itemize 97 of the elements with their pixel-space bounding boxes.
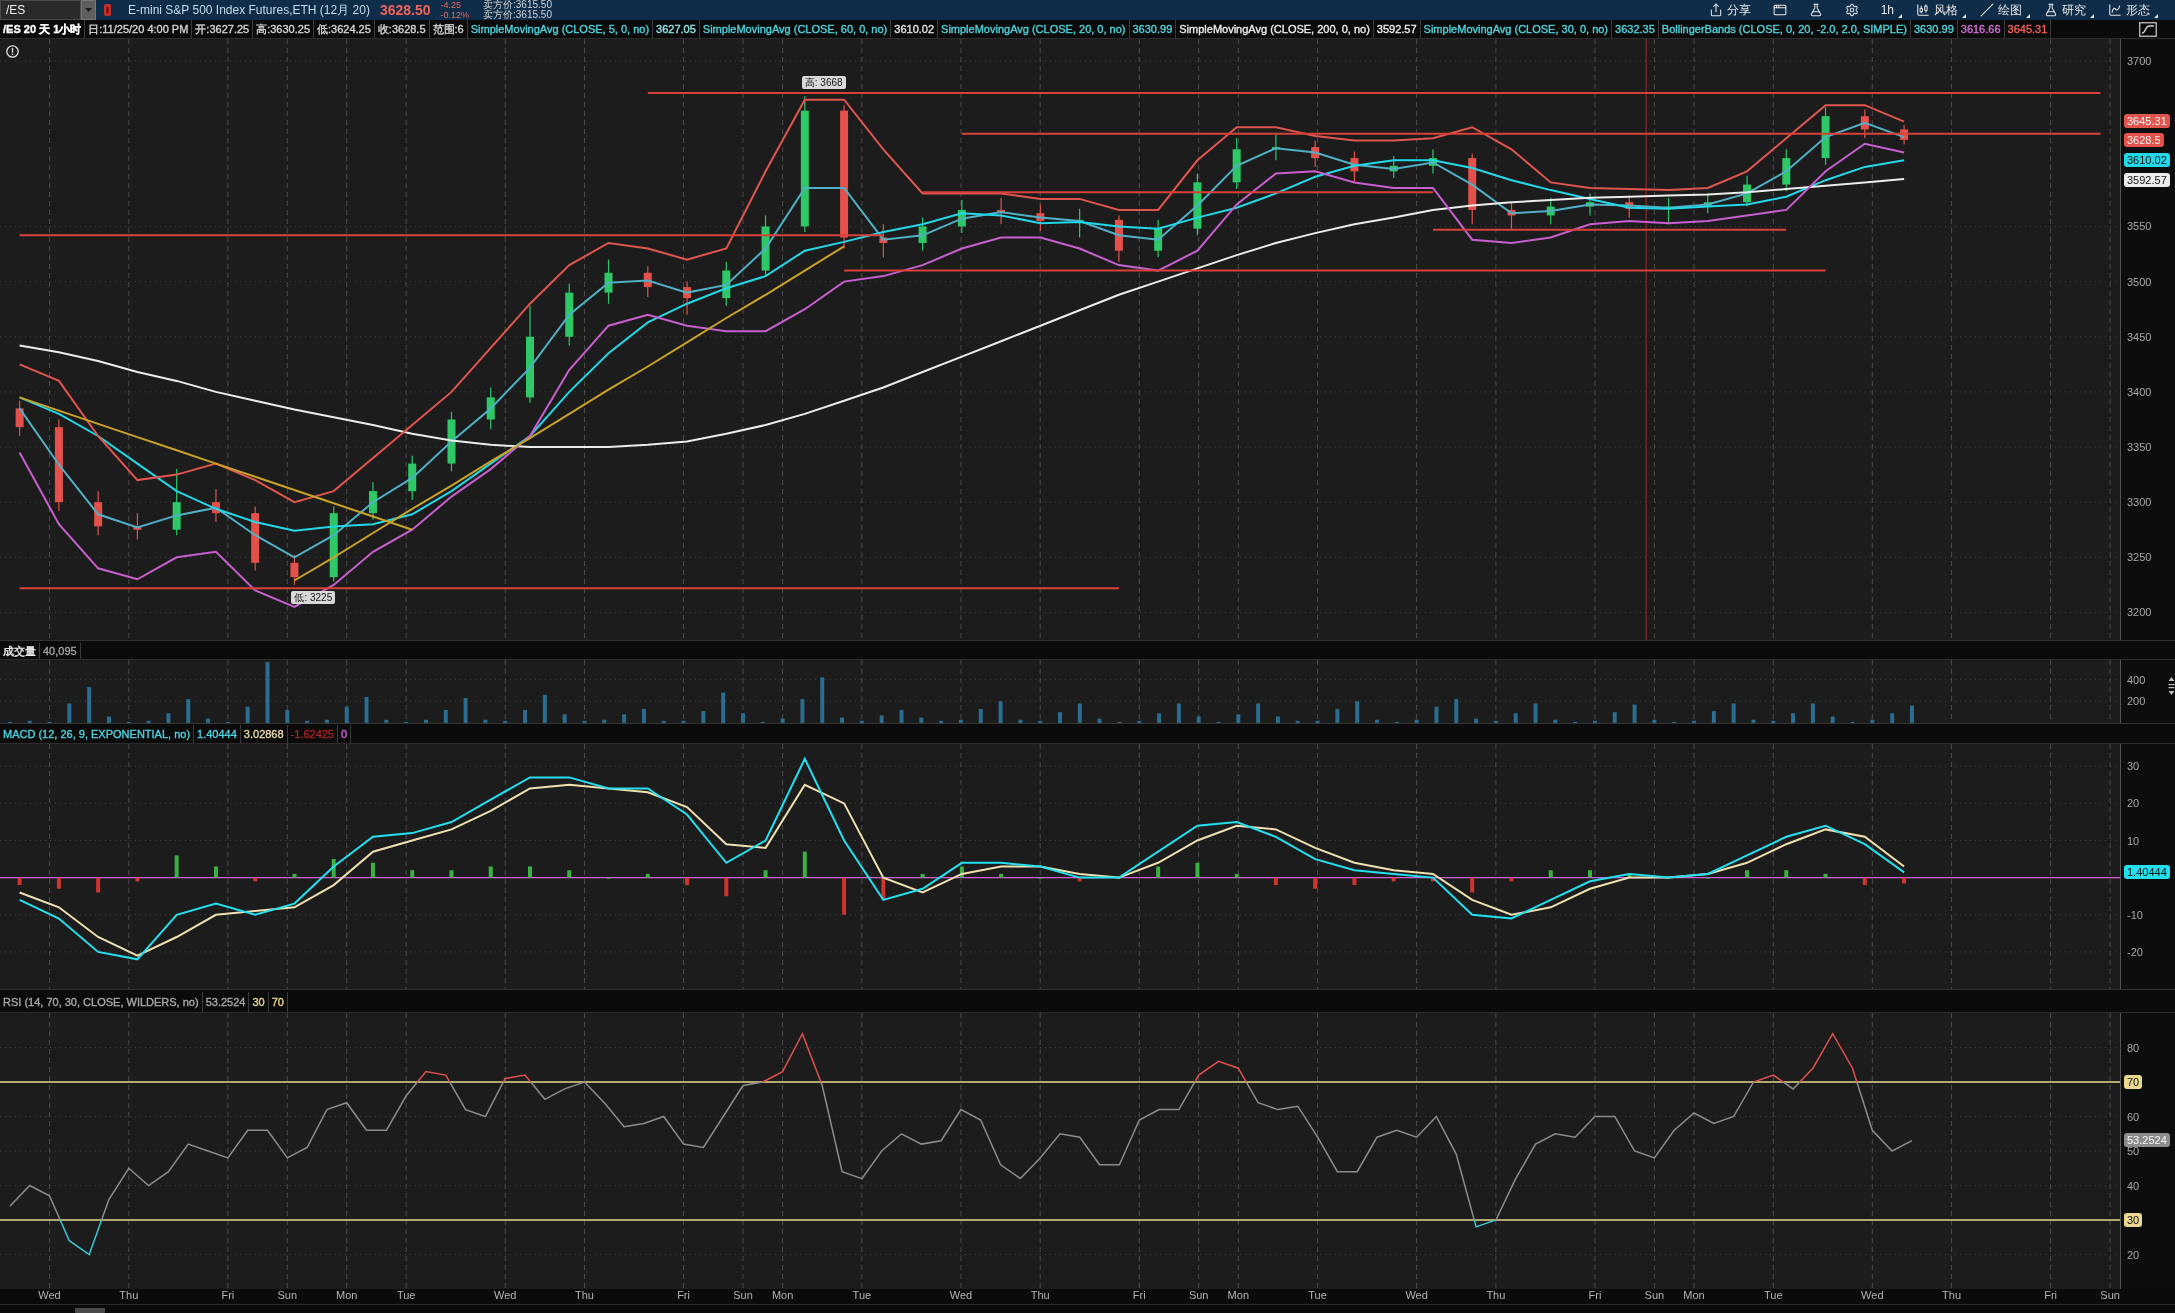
- axis-label: 20: [2127, 1247, 2140, 1262]
- legend-label: 3630.99: [1911, 20, 1958, 38]
- axis-label: 30: [2127, 759, 2140, 774]
- legend-label: 收:3628.5: [374, 20, 430, 38]
- axis-label: 3350: [2127, 440, 2152, 454]
- axis-label: 3250: [2127, 550, 2152, 565]
- time-axis-label: Tue: [396, 1289, 416, 1302]
- axis-label: 3200: [2127, 605, 2152, 620]
- legend-label: SimpleMovingAvg (CLOSE, 30, 0, no): [1420, 20, 1613, 38]
- axis-label: 3400: [2127, 384, 2152, 399]
- legend-label: 3610.02: [891, 20, 939, 38]
- legend-label: 30: [249, 992, 269, 1012]
- time-axis-label: Tue: [852, 1289, 872, 1302]
- time-axis-label: Mon: [771, 1289, 794, 1302]
- time-axis-label: Sun: [733, 1289, 753, 1302]
- legend-label: MACD (12, 26, 9, EXPONENTIAL, no): [0, 725, 195, 743]
- value-tag: 30: [2124, 1213, 2143, 1227]
- axis-label: 80: [2127, 1040, 2140, 1055]
- time-axis-label: Tue: [1308, 1289, 1327, 1302]
- time-axis-label: Fri: [677, 1289, 690, 1302]
- legend-label: 日:11/25/20 4:00 PM: [85, 20, 193, 38]
- legend-label: 3627.05: [653, 20, 700, 38]
- value-tag: 3628.5: [2124, 132, 2164, 147]
- time-axis-label: Mon: [1227, 1289, 1249, 1302]
- legend-label: 0: [338, 725, 352, 743]
- time-axis-label: Sun: [2100, 1289, 2120, 1302]
- time-axis-label: Mon: [336, 1289, 358, 1302]
- axis-label: 200: [2127, 694, 2146, 709]
- axis-label: 20: [2127, 796, 2140, 811]
- legend-label: 40,095: [40, 643, 81, 659]
- legend-label: 70: [268, 992, 288, 1012]
- legend-label: SimpleMovingAvg (CLOSE, 200, 0, no): [1176, 20, 1374, 38]
- time-axis-label: Thu: [1486, 1289, 1506, 1302]
- axis-label: 3700: [2127, 54, 2152, 69]
- legend-label: RSI (14, 70, 30, CLOSE, WILDERS, no): [0, 992, 203, 1012]
- value-tag: 1.40444: [2124, 865, 2170, 880]
- time-axis-label: Fri: [221, 1289, 235, 1302]
- axis-label: 3450: [2127, 329, 2152, 344]
- last-price: 3628.50: [379, 1, 431, 20]
- axis-label: 3500: [2127, 274, 2152, 289]
- price-change: -4.25: [440, 0, 462, 10]
- time-axis-label: Wed: [949, 1289, 973, 1302]
- axis-label: -10: [2127, 907, 2143, 922]
- legend-label: 高:3630.25: [253, 20, 314, 38]
- time-axis-label: Wed: [1405, 1289, 1428, 1302]
- time-axis-label: Fri: [1588, 1289, 1602, 1302]
- legend-label: 开:3627.25: [192, 20, 254, 38]
- legend-label: 范围:6: [429, 20, 468, 38]
- legend-label: 1.40444: [194, 725, 241, 743]
- axis-label: 10: [2127, 833, 2140, 848]
- legend-label: 3616.66: [1957, 20, 2005, 38]
- time-axis-label: Wed: [1861, 1289, 1884, 1302]
- value-tag: 70: [2124, 1075, 2143, 1089]
- bid-price: 卖方价:3615.50: [483, 0, 552, 10]
- value-tag: 53.2524: [2124, 1132, 2170, 1147]
- time-axis-label: Tue: [1764, 1289, 1783, 1302]
- time-axis-label: Sun: [277, 1289, 298, 1302]
- legend-label: 3630.99: [1129, 20, 1177, 38]
- ask-price: 卖方价:3615.50: [483, 10, 552, 20]
- value-tag: 3592.57: [2124, 172, 2170, 187]
- percent-change: -0.12%: [440, 10, 470, 20]
- legend-label: -1.62425: [287, 725, 339, 743]
- time-axis-label: Thu: [119, 1289, 139, 1302]
- axis-label: 40: [2127, 1178, 2140, 1193]
- time-axis-label: Thu: [575, 1289, 594, 1302]
- legend-label: 3.02868: [240, 725, 288, 743]
- legend-label: 3592.57: [1373, 20, 1421, 38]
- legend-label: SimpleMovingAvg (CLOSE, 5, 0, no): [467, 20, 654, 38]
- legend-label: SimpleMovingAvg (CLOSE, 60, 0, no): [699, 20, 892, 38]
- axis-label: 60: [2127, 1109, 2140, 1124]
- time-axis-label: Fri: [2044, 1289, 2058, 1302]
- legend-label: 3632.35: [1612, 20, 1659, 38]
- time-axis-label: Wed: [38, 1289, 61, 1302]
- axis-label: -20: [2127, 944, 2143, 959]
- axis-label: 400: [2127, 672, 2146, 687]
- price-callout: 高: 3668: [801, 76, 846, 90]
- price-callout: 低: 3225: [291, 590, 336, 604]
- time-axis-label: Wed: [494, 1289, 517, 1302]
- legend-label: 低:3624.25: [314, 20, 375, 38]
- legend-label: 成交量: [0, 643, 40, 659]
- axis-label: 3550: [2127, 219, 2152, 234]
- value-tag: 3645.31: [2124, 114, 2170, 129]
- axis-label: 3300: [2127, 495, 2152, 510]
- legend-label: 3645.31: [2004, 20, 2052, 38]
- legend-label: 53.2524: [202, 992, 250, 1012]
- time-axis-label: Fri: [1132, 1289, 1146, 1302]
- time-axis-label: Thu: [1030, 1289, 1050, 1302]
- time-axis-label: Mon: [1683, 1289, 1705, 1302]
- time-axis-label: Sun: [1644, 1289, 1665, 1302]
- legend-label: BollingerBands (CLOSE, 0, 20, -2.0, 2.0, SIMPLE): [1658, 20, 1911, 38]
- time-axis-label: Thu: [1942, 1289, 1962, 1302]
- legend-label: SimpleMovingAvg (CLOSE, 20, 0, no): [938, 20, 1130, 38]
- value-tag: 3610.02: [2124, 153, 2170, 168]
- time-axis-label: Sun: [1188, 1289, 1209, 1302]
- legend-label: /ES 20 天 1小时: [0, 20, 86, 38]
- axis-label: 50: [2127, 1144, 2140, 1158]
- instrument-title: E-mini S&P 500 Index Futures,ETH (12月 20): [128, 1, 370, 19]
